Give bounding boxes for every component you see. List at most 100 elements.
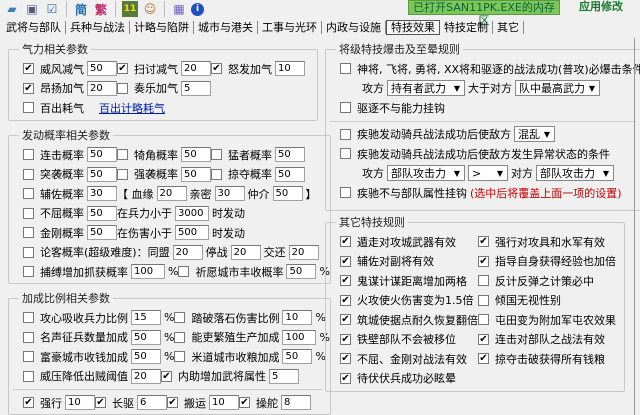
checkbox[interactable] <box>174 351 186 363</box>
checklist-icon[interactable]: ☑ <box>44 1 60 17</box>
checkbox[interactable] <box>23 351 34 363</box>
value-input[interactable]: 20 <box>230 244 261 260</box>
checkbox[interactable]: ✔ <box>478 236 489 248</box>
checkbox[interactable] <box>174 331 186 343</box>
value-input[interactable]: 50 <box>286 264 317 280</box>
tab-6[interactable]: 特技效果 <box>386 19 440 35</box>
value-input[interactable]: 50 <box>275 166 305 182</box>
value-input[interactable]: 100 <box>282 329 317 345</box>
checkbox[interactable] <box>478 275 489 287</box>
link[interactable]: 百出计略耗气 <box>99 100 165 116</box>
checkbox[interactable]: ✔ <box>23 82 34 94</box>
checkbox[interactable] <box>23 188 34 200</box>
traditional-icon[interactable]: 繁 <box>93 1 109 17</box>
chevron-down-icon[interactable]: ▼ <box>599 169 613 178</box>
checkbox[interactable] <box>174 312 186 324</box>
tab-5[interactable]: 内政与设施 <box>322 20 386 34</box>
dropdown[interactable]: 部队攻击力 ▼ <box>536 165 614 182</box>
checkbox[interactable] <box>340 102 351 114</box>
checkbox[interactable]: ✔ <box>23 397 34 409</box>
chevron-down-icon[interactable]: ▼ <box>585 84 599 93</box>
dropdown[interactable]: > ▼ <box>468 165 508 182</box>
value-input[interactable]: 8 <box>281 395 311 411</box>
dropdown[interactable]: 队中最高武力 ▼ <box>515 80 600 97</box>
checkbox[interactable]: ✔ <box>478 333 489 345</box>
value-input[interactable]: 50 <box>87 166 117 182</box>
folder-open-icon[interactable]: ▰ <box>4 1 20 17</box>
checkbox[interactable]: ✔ <box>340 314 351 326</box>
checkbox[interactable]: ✔ <box>95 397 106 409</box>
checkbox[interactable] <box>340 128 351 140</box>
checkbox[interactable] <box>23 102 34 114</box>
value-input[interactable]: 15 <box>131 310 161 326</box>
tab-1[interactable]: 兵种与战法 <box>66 20 130 34</box>
tab-0[interactable]: 武将与部队 <box>2 20 66 34</box>
apply-changes-button[interactable]: 应用修改 <box>566 0 636 15</box>
tab-7[interactable]: 特技定制 <box>440 20 493 34</box>
tab-2[interactable]: 计略与陷阱 <box>130 20 194 34</box>
checkbox[interactable] <box>340 63 351 75</box>
value-input[interactable]: 50 <box>87 225 117 241</box>
checkbox[interactable]: ✔ <box>340 353 351 365</box>
value-input[interactable]: 5 <box>269 368 299 384</box>
checkbox[interactable] <box>117 149 128 161</box>
value-input[interactable]: 50 <box>181 147 211 163</box>
checkbox[interactable] <box>23 168 34 180</box>
value-input[interactable]: 10 <box>209 395 239 411</box>
checkbox[interactable]: ✔ <box>478 255 489 267</box>
value-input[interactable]: 6 <box>137 395 167 411</box>
checkbox[interactable]: ✔ <box>340 275 351 287</box>
value-input[interactable]: 50 <box>272 186 303 202</box>
value-input[interactable]: 50 <box>87 61 117 77</box>
checkbox[interactable]: ✔ <box>161 370 172 382</box>
value-input[interactable]: 50 <box>131 349 161 365</box>
value-input[interactable]: 10 <box>275 61 305 77</box>
value-input[interactable]: 5 <box>181 80 211 96</box>
dropdown[interactable]: 部队攻击力 ▼ <box>387 165 465 182</box>
chevron-down-icon[interactable]: ▼ <box>450 169 464 178</box>
checkbox[interactable] <box>23 331 34 343</box>
chevron-down-icon[interactable]: ▼ <box>493 169 507 178</box>
value-input[interactable]: 100 <box>131 264 165 280</box>
value-input[interactable]: 20 <box>181 61 211 77</box>
value-input[interactable]: 500 <box>175 225 209 241</box>
checkbox[interactable]: ✔ <box>117 63 128 75</box>
face-icon[interactable]: ☺ <box>142 1 158 17</box>
checkbox[interactable]: ✔ <box>478 353 489 365</box>
tab-3[interactable]: 城市与港关 <box>194 20 258 34</box>
value-input[interactable]: 50 <box>131 329 161 345</box>
checkbox[interactable]: ✔ <box>23 63 34 75</box>
checkbox[interactable] <box>23 370 34 382</box>
value-input[interactable]: 10 <box>282 310 313 326</box>
info-icon[interactable]: i <box>191 2 204 16</box>
dropdown[interactable]: 持有者武力 ▼ <box>387 80 465 97</box>
value-input[interactable]: 10 <box>65 395 95 411</box>
checkbox[interactable]: ✔ <box>211 63 222 75</box>
grid-icon[interactable]: ▦ <box>171 1 187 17</box>
checkbox[interactable] <box>340 148 351 160</box>
value-input[interactable]: 20 <box>87 80 117 96</box>
value-input[interactable]: 50 <box>181 166 211 182</box>
checkbox[interactable]: ✔ <box>340 372 351 384</box>
simplified-icon[interactable]: 简 <box>73 1 89 17</box>
checkbox[interactable] <box>178 266 190 278</box>
value-input[interactable]: 50 <box>275 147 305 163</box>
value-input[interactable]: 20 <box>131 368 161 384</box>
checkbox[interactable] <box>23 227 34 239</box>
value-input[interactable]: 30 <box>214 186 245 202</box>
value-input[interactable]: 20 <box>172 244 203 260</box>
value-input[interactable]: 30 <box>87 186 117 202</box>
san11-icon[interactable]: 11 <box>122 1 138 17</box>
value-input[interactable]: 20 <box>288 244 319 260</box>
checkbox[interactable]: ✔ <box>340 255 351 267</box>
checkbox[interactable] <box>23 266 34 278</box>
save-icon[interactable]: ▣ <box>24 1 40 17</box>
value-input[interactable]: 50 <box>87 147 117 163</box>
checkbox[interactable]: ✔ <box>340 294 351 306</box>
value-input[interactable]: 50 <box>87 205 117 221</box>
checkbox[interactable] <box>211 168 222 180</box>
checkbox[interactable]: ✔ <box>340 236 351 248</box>
checkbox[interactable] <box>117 82 128 94</box>
value-input[interactable]: 20 <box>156 186 187 202</box>
checkbox[interactable]: ✔ <box>340 333 351 345</box>
